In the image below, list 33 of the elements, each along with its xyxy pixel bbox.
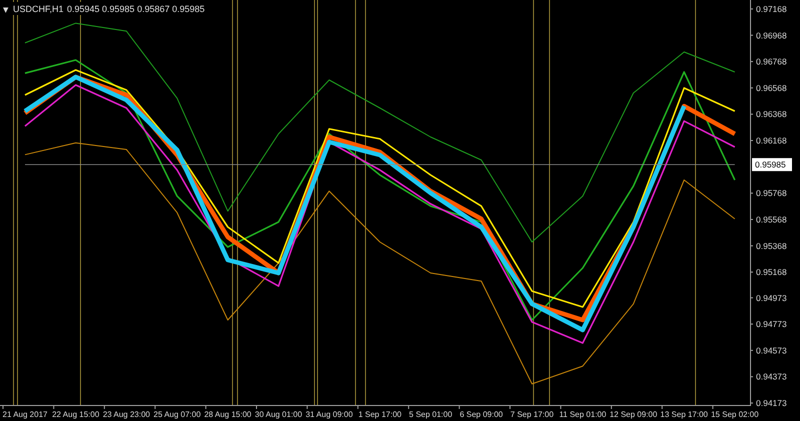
- price-label: 0.96968: [756, 30, 787, 40]
- time-label: 21 Aug 2017: [2, 410, 48, 419]
- price-label: 0.96168: [756, 136, 787, 146]
- time-label: 6 Sep 09:00: [460, 410, 503, 419]
- time-label: 7 Sep 17:00: [510, 410, 554, 419]
- price-label: 0.97168: [756, 4, 787, 14]
- time-label: 22 Aug 15:00: [52, 410, 100, 419]
- time-label: 13 Sep 17:00: [660, 410, 708, 419]
- time-label: 23 Aug 23:00: [102, 410, 150, 419]
- time-label: 25 Aug 07:00: [154, 410, 201, 419]
- time-label: 15 Sep 02:00: [711, 410, 759, 419]
- price-label: 0.96568: [756, 82, 787, 93]
- ohlc-quote: 0.95945 0.95985 0.95867 0.95985: [67, 4, 205, 14]
- symbol-title: USDCHF,H1: [13, 4, 64, 14]
- time-label: 30 Aug 01:00: [254, 410, 302, 419]
- time-label: 11 Sep 01:00: [559, 410, 606, 419]
- price-label: 0.95768: [756, 188, 787, 198]
- current-price-tag: 0.95985: [752, 158, 792, 172]
- time-label: 5 Sep 01:00: [409, 410, 452, 419]
- price-label: 0.96768: [756, 56, 787, 67]
- time-label: 31 Aug 09:00: [306, 410, 353, 419]
- price-label: 0.94573: [756, 345, 787, 356]
- time-label: 12 Sep 09:00: [610, 410, 658, 419]
- price-label: 0.94773: [756, 319, 787, 330]
- price-label: 0.96368: [756, 109, 787, 120]
- price-label: 0.95368: [756, 240, 787, 251]
- price-label: 0.94173: [756, 398, 787, 408]
- time-label: 1 Sep 17:00: [358, 410, 402, 419]
- price-label: 0.95168: [756, 267, 787, 278]
- price-label: 0.94973: [756, 292, 787, 303]
- time-label: 28 Aug 15:00: [204, 410, 252, 419]
- price-label: 0.95568: [756, 214, 787, 224]
- price-label: 0.94373: [756, 372, 787, 382]
